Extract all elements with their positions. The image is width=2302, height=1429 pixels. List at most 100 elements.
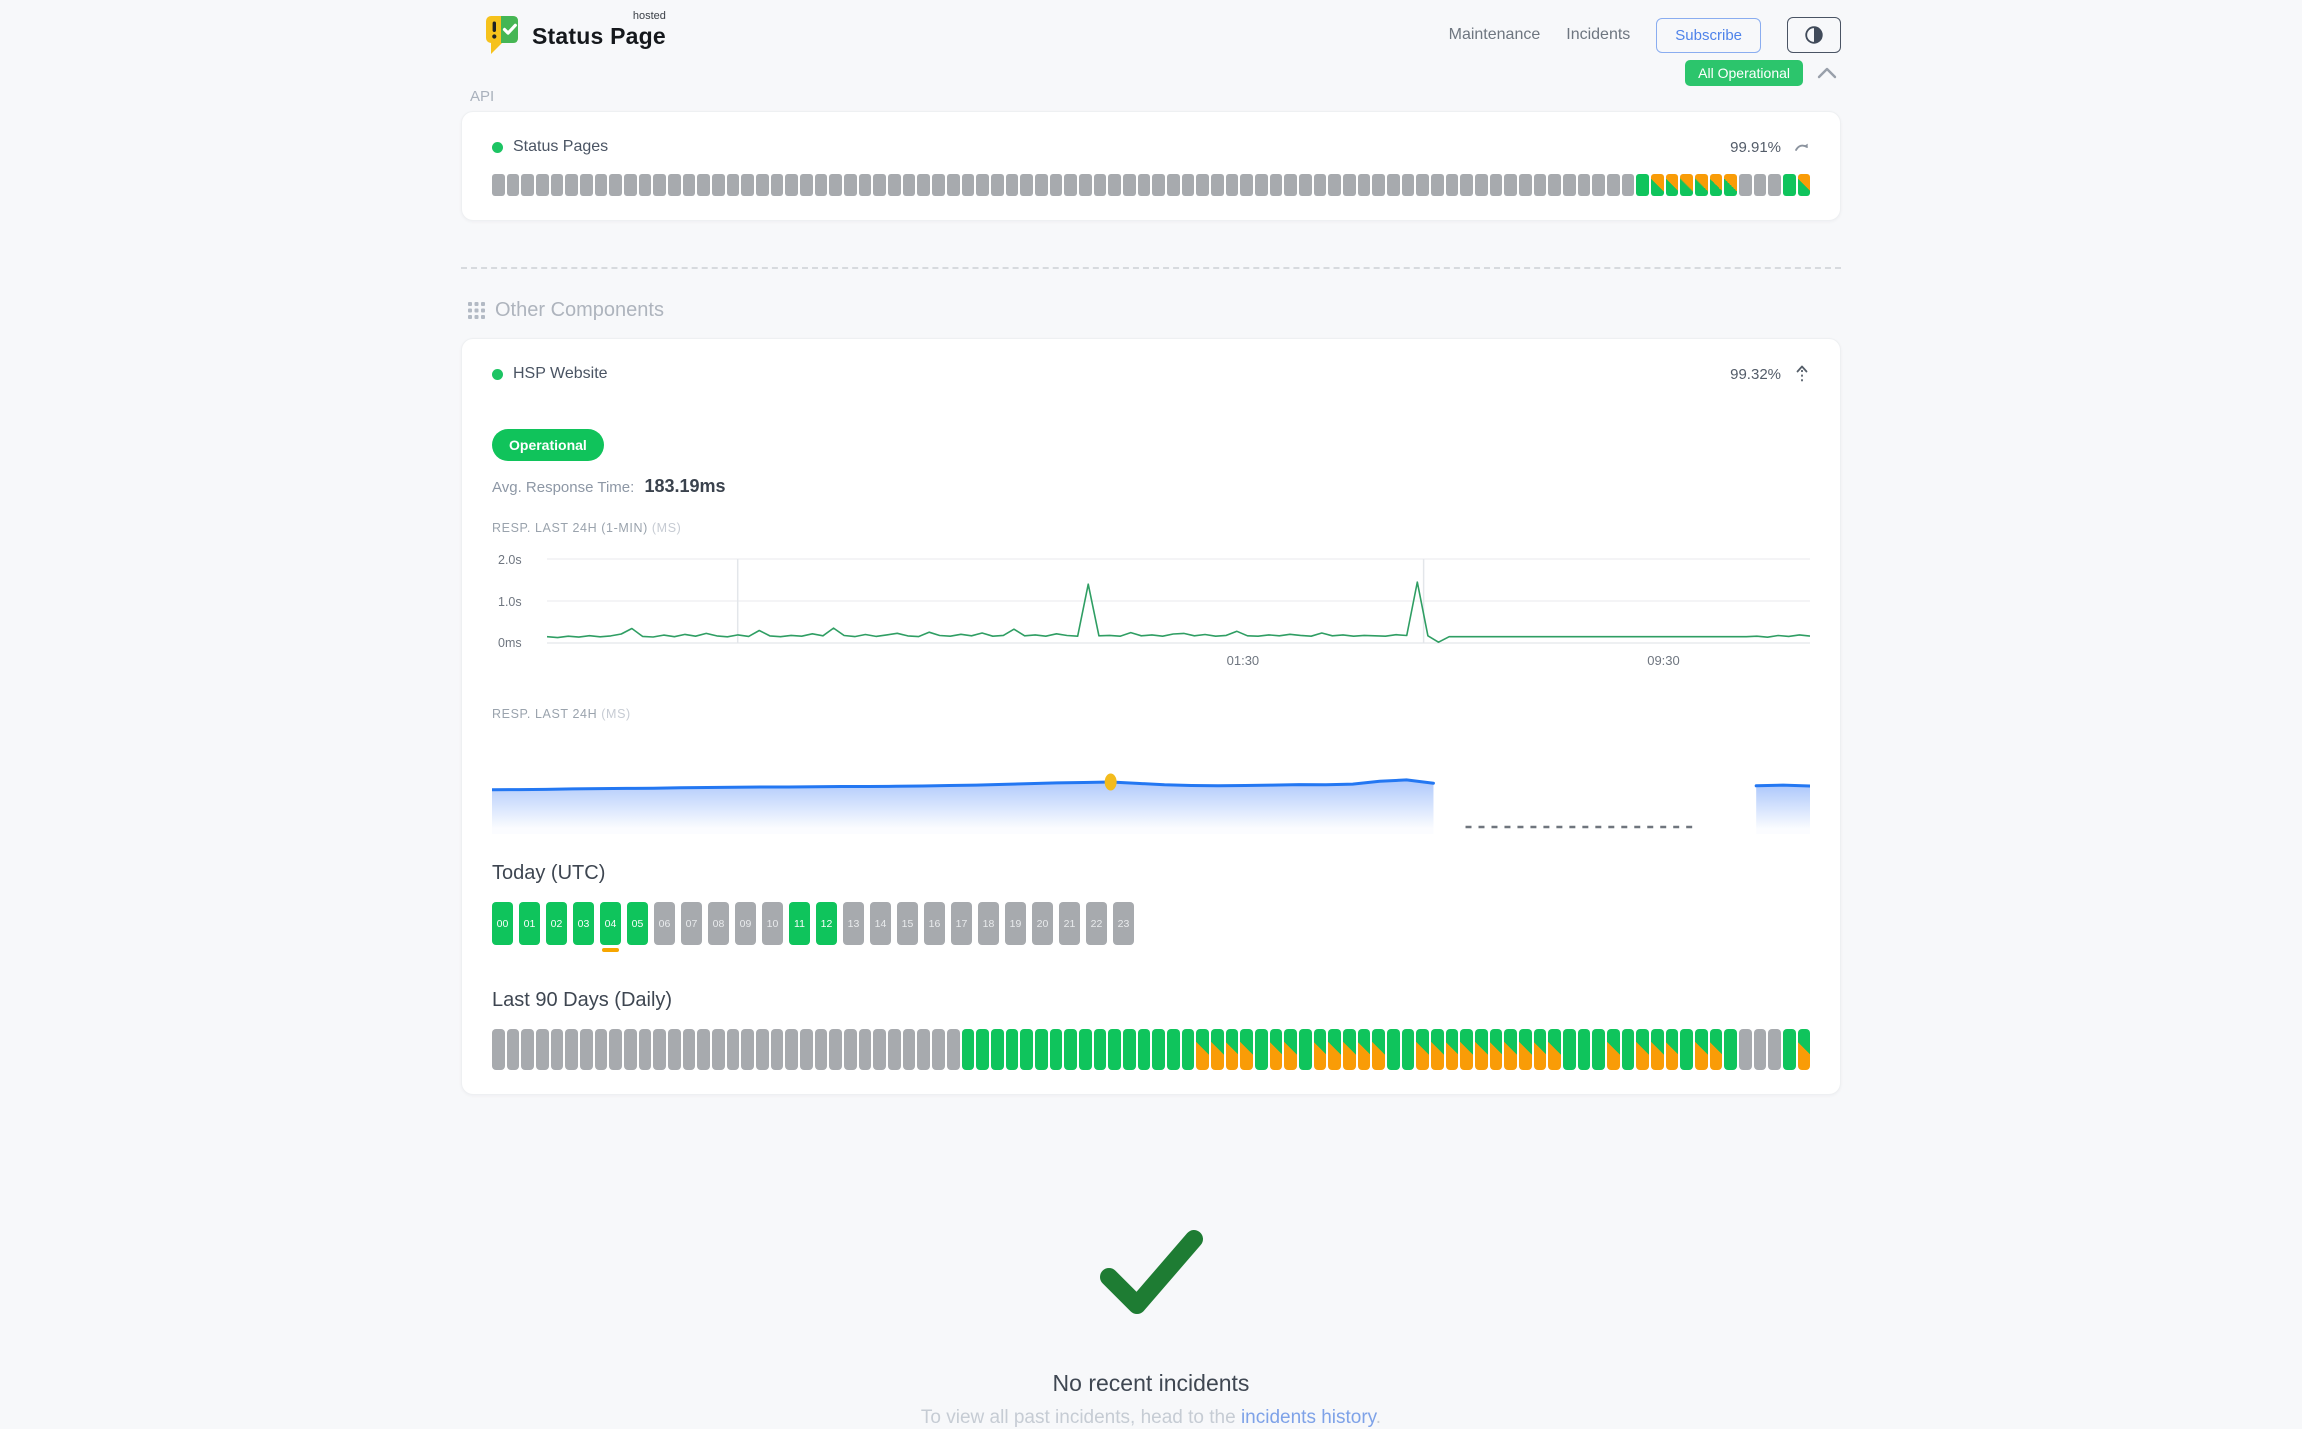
uptime-bar[interactable]	[1182, 174, 1195, 196]
uptime-bar[interactable]	[639, 1029, 652, 1070]
uptime-bar[interactable]	[815, 1029, 828, 1070]
uptime-bar[interactable]	[1798, 1029, 1811, 1070]
uptime-bar[interactable]	[1255, 1029, 1268, 1070]
theme-toggle-button[interactable]	[1787, 17, 1841, 53]
uptime-bar[interactable]	[756, 1029, 769, 1070]
chart1-plot-area[interactable]: 01:30 09:30	[547, 553, 1810, 649]
uptime-bar[interactable]	[492, 174, 505, 196]
uptime-bar[interactable]	[521, 174, 534, 196]
uptime-bar[interactable]	[1724, 174, 1737, 196]
uptime-bar[interactable]	[1211, 1029, 1224, 1070]
uptime-bar[interactable]	[1108, 1029, 1121, 1070]
uptime-bar[interactable]	[1490, 174, 1503, 196]
uptime-bar[interactable]	[1240, 174, 1253, 196]
uptime-bar[interactable]	[888, 1029, 901, 1070]
uptime-bar[interactable]	[1460, 1029, 1473, 1070]
nav-maintenance[interactable]: Maintenance	[1449, 26, 1541, 44]
uptime-bar[interactable]	[1651, 1029, 1664, 1070]
uptime-bar[interactable]	[1064, 174, 1077, 196]
uptime-bar[interactable]	[1460, 174, 1473, 196]
uptime-bar[interactable]	[580, 174, 593, 196]
uptime-bar[interactable]	[785, 174, 798, 196]
uptime-bar[interactable]	[1710, 174, 1723, 196]
uptime-bar[interactable]	[580, 1029, 593, 1070]
uptime-bar[interactable]	[1314, 174, 1327, 196]
uptime-bar[interactable]	[1372, 1029, 1385, 1070]
hour-block[interactable]: 14	[870, 902, 891, 945]
uptime-bar[interactable]	[1636, 1029, 1649, 1070]
hour-block[interactable]: 11	[789, 902, 810, 945]
hour-block[interactable]: 06	[654, 902, 675, 945]
uptime-bar[interactable]	[653, 174, 666, 196]
uptime-bar[interactable]	[668, 1029, 681, 1070]
uptime-bar[interactable]	[1578, 1029, 1591, 1070]
uptime-bar[interactable]	[1680, 1029, 1693, 1070]
uptime-bar[interactable]	[1006, 174, 1019, 196]
uptime-bar[interactable]	[639, 174, 652, 196]
uptime-bar[interactable]	[1680, 174, 1693, 196]
uptime-bar[interactable]	[947, 174, 960, 196]
uptime-bar[interactable]	[1695, 174, 1708, 196]
uptime-bar[interactable]	[492, 1029, 505, 1070]
uptime-bar[interactable]	[1783, 174, 1796, 196]
uptime-bar[interactable]	[1607, 174, 1620, 196]
hour-block[interactable]: 09	[735, 902, 756, 945]
response-time-chart[interactable]: 2.0s 1.0s 0ms 01:30 09:30	[492, 553, 1810, 675]
uptime-bar[interactable]	[1754, 1029, 1767, 1070]
uptime-bar[interactable]	[771, 174, 784, 196]
uptime-bar[interactable]	[609, 1029, 622, 1070]
uptime-bar[interactable]	[1328, 1029, 1341, 1070]
uptime-bar[interactable]	[1328, 174, 1341, 196]
uptime-bar[interactable]	[976, 174, 989, 196]
uptime-bar[interactable]	[1094, 174, 1107, 196]
uptime-bar[interactable]	[1372, 174, 1385, 196]
uptime-bar[interactable]	[1284, 174, 1297, 196]
uptime-bar[interactable]	[888, 174, 901, 196]
uptime-bar[interactable]	[536, 174, 549, 196]
uptime-bar[interactable]	[756, 174, 769, 196]
uptime-bar[interactable]	[976, 1029, 989, 1070]
uptime-bar[interactable]	[1563, 1029, 1576, 1070]
uptime-bar[interactable]	[1138, 174, 1151, 196]
hour-block[interactable]: 05	[627, 902, 648, 945]
uptime-bar[interactable]	[1079, 174, 1092, 196]
uptime-bar[interactable]	[1798, 174, 1811, 196]
uptime-bar[interactable]	[1534, 174, 1547, 196]
uptime-bar[interactable]	[829, 1029, 842, 1070]
uptime-bar[interactable]	[1402, 1029, 1415, 1070]
hour-block[interactable]: 23	[1113, 902, 1134, 945]
uptime-bar[interactable]	[697, 1029, 710, 1070]
uptime-bar[interactable]	[962, 1029, 975, 1070]
uptime-bar[interactable]	[1724, 1029, 1737, 1070]
uptime-bar[interactable]	[1475, 1029, 1488, 1070]
uptime-bar[interactable]	[991, 1029, 1004, 1070]
hour-block[interactable]: 13	[843, 902, 864, 945]
uptime-bar[interactable]	[1548, 1029, 1561, 1070]
uptime-bar[interactable]	[1519, 1029, 1532, 1070]
uptime-bar[interactable]	[1768, 1029, 1781, 1070]
uptime-bar[interactable]	[1299, 1029, 1312, 1070]
uptime-bar[interactable]	[1636, 174, 1649, 196]
uptime-bar[interactable]	[1211, 174, 1224, 196]
uptime-bar[interactable]	[1504, 174, 1517, 196]
uptime-bar[interactable]	[1519, 174, 1532, 196]
uptime-bar[interactable]	[1739, 174, 1752, 196]
uptime-bar[interactable]	[507, 1029, 520, 1070]
uptime-bar[interactable]	[947, 1029, 960, 1070]
uptime-bar[interactable]	[800, 174, 813, 196]
chevron-up-icon[interactable]	[1817, 67, 1837, 79]
uptime-bar[interactable]	[1387, 174, 1400, 196]
uptime-bar[interactable]	[1387, 1029, 1400, 1070]
uptime-bar[interactable]	[1768, 174, 1781, 196]
uptime-bar[interactable]	[1666, 174, 1679, 196]
uptime-bar[interactable]	[844, 174, 857, 196]
uptime-bar[interactable]	[1402, 174, 1415, 196]
hour-block[interactable]: 10	[762, 902, 783, 945]
uptime-bar[interactable]	[991, 174, 1004, 196]
incidents-history-link[interactable]: incidents history	[1241, 1407, 1376, 1428]
uptime-bar[interactable]	[1783, 1029, 1796, 1070]
uptime-bar[interactable]	[624, 174, 637, 196]
uptime-bar[interactable]	[1123, 174, 1136, 196]
uptime-bar[interactable]	[800, 1029, 813, 1070]
uptime-bar[interactable]	[1431, 1029, 1444, 1070]
